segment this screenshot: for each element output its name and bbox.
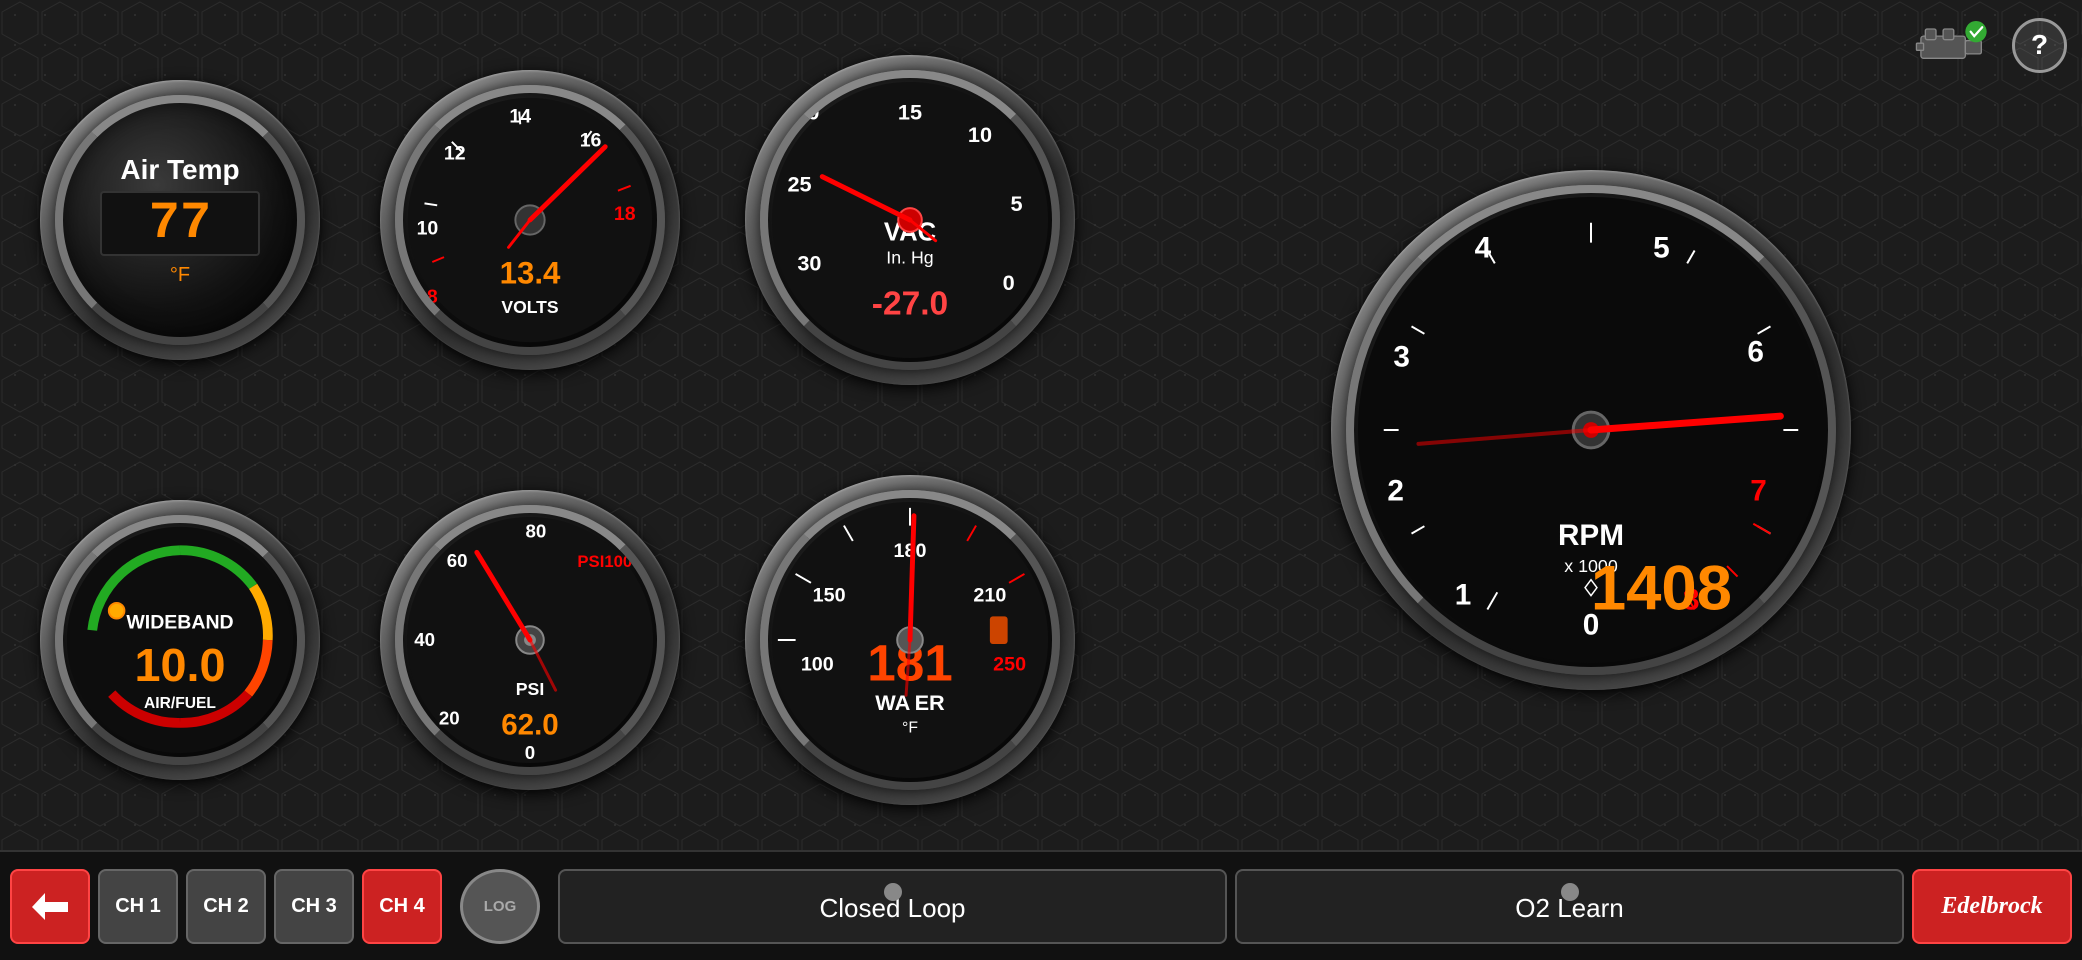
svg-text:WA ER: WA ER bbox=[875, 690, 945, 715]
vac-gauge-container: 15 10 5 0 20 25 30 VAC In. Hg -27.0 bbox=[720, 20, 1100, 420]
ch4-button[interactable]: CH 4 bbox=[362, 869, 442, 944]
volts-gauge: 8 10 12 14 16 18 13.4 bbox=[395, 85, 665, 355]
air-temp-gauge: Air Temp 77 °F bbox=[55, 95, 305, 345]
svg-text:PSI: PSI bbox=[516, 679, 545, 699]
svg-text:40: 40 bbox=[414, 629, 435, 650]
gauges-area: Air Temp 77 °F bbox=[0, 0, 2082, 850]
svg-text:15: 15 bbox=[898, 99, 922, 124]
volts-gauge-container: 8 10 12 14 16 18 13.4 bbox=[360, 20, 700, 420]
svg-text:2: 2 bbox=[1387, 474, 1404, 507]
svg-text:180: 180 bbox=[894, 540, 927, 562]
svg-text:PSI100: PSI100 bbox=[577, 552, 632, 571]
ch2-button[interactable]: CH 2 bbox=[186, 869, 266, 944]
volts-svg: 8 10 12 14 16 18 13.4 bbox=[403, 90, 657, 350]
svg-text:150: 150 bbox=[813, 585, 846, 607]
rpm-svg: 0 1 2 3 4 5 6 7 8 bbox=[1354, 191, 1828, 669]
svg-text:RPM: RPM bbox=[1558, 519, 1624, 552]
psi-gauge-outer: 0 20 40 60 80 PSI100 PSI 62.0 bbox=[380, 490, 680, 790]
svg-text:10.0: 10.0 bbox=[134, 639, 225, 691]
svg-text:7: 7 bbox=[1750, 474, 1767, 507]
water-gauge: 100 150 180 210 250 WA ER bbox=[760, 490, 1060, 790]
wideband-gauge-outer: WIDEBAND 10.0 AIR/FUEL bbox=[40, 500, 320, 780]
o2-learn-indicator bbox=[1561, 883, 1579, 901]
bottom-bar: CH 1 CH 2 CH 3 CH 4 LOG Closed Loop O2 L… bbox=[0, 850, 2082, 960]
svg-text:In. Hg: In. Hg bbox=[886, 247, 933, 267]
ch3-button[interactable]: CH 3 bbox=[274, 869, 354, 944]
svg-text:5: 5 bbox=[1653, 231, 1670, 264]
svg-text:10: 10 bbox=[417, 218, 439, 240]
o2-learn-button[interactable]: O2 Learn bbox=[1235, 869, 1904, 944]
svg-text:20: 20 bbox=[795, 99, 819, 124]
svg-text:25: 25 bbox=[787, 171, 811, 196]
log-button[interactable]: LOG bbox=[460, 869, 540, 944]
air-temp-gauge-container: Air Temp 77 °F bbox=[20, 20, 340, 420]
svg-text:5: 5 bbox=[1010, 191, 1022, 216]
svg-text:AIR/FUEL: AIR/FUEL bbox=[144, 695, 216, 712]
ch1-button[interactable]: CH 1 bbox=[98, 869, 178, 944]
svg-text:13.4: 13.4 bbox=[500, 256, 561, 291]
air-temp-display: 77 bbox=[100, 191, 260, 256]
air-temp-value: 77 bbox=[149, 194, 211, 253]
closed-loop-indicator bbox=[884, 883, 902, 901]
svg-text:8: 8 bbox=[427, 286, 438, 308]
vac-svg: 15 10 5 0 20 25 30 VAC In. Hg -27.0 bbox=[768, 76, 1052, 364]
psi-svg: 0 20 40 60 80 PSI100 PSI 62.0 bbox=[403, 511, 657, 769]
svg-text:62.0: 62.0 bbox=[501, 709, 558, 742]
svg-text:60: 60 bbox=[447, 550, 468, 571]
water-gauge-container: 100 150 180 210 250 WA ER bbox=[720, 440, 1100, 840]
rpm-gauge-outer: 0 1 2 3 4 5 6 7 8 bbox=[1331, 170, 1851, 690]
svg-text:30: 30 bbox=[797, 250, 821, 275]
wideband-svg: WIDEBAND 10.0 AIR/FUEL bbox=[63, 520, 297, 760]
psi-gauge-container: 0 20 40 60 80 PSI100 PSI 62.0 bbox=[360, 440, 700, 840]
rpm-gauge: 0 1 2 3 4 5 6 7 8 bbox=[1346, 185, 1836, 675]
svg-text:20: 20 bbox=[439, 708, 460, 729]
svg-text:210: 210 bbox=[973, 585, 1006, 607]
svg-text:12: 12 bbox=[444, 142, 466, 164]
psi-gauge: 0 20 40 60 80 PSI100 PSI 62.0 bbox=[395, 505, 665, 775]
closed-loop-button[interactable]: Closed Loop bbox=[558, 869, 1227, 944]
svg-text:0: 0 bbox=[525, 742, 535, 763]
edelbrock-label: Edelbrock bbox=[1941, 893, 2042, 920]
log-label: LOG bbox=[484, 898, 517, 915]
svg-text:10: 10 bbox=[968, 122, 992, 147]
svg-text:18: 18 bbox=[614, 203, 636, 225]
water-svg: 100 150 180 210 250 WA ER bbox=[768, 496, 1052, 784]
edelbrock-button[interactable]: Edelbrock bbox=[1912, 869, 2072, 944]
wideband-gauge: WIDEBAND 10.0 AIR/FUEL bbox=[55, 515, 305, 765]
back-button[interactable] bbox=[10, 869, 90, 944]
svg-text:3: 3 bbox=[1393, 341, 1410, 374]
volts-gauge-outer: 8 10 12 14 16 18 13.4 bbox=[380, 70, 680, 370]
wideband-gauge-container: WIDEBAND 10.0 AIR/FUEL bbox=[20, 440, 340, 840]
svg-text:0: 0 bbox=[1003, 270, 1015, 295]
vac-gauge: 15 10 5 0 20 25 30 VAC In. Hg -27.0 bbox=[760, 70, 1060, 370]
air-temp-label: Air Temp bbox=[120, 154, 239, 186]
rpm-gauge-container: 0 1 2 3 4 5 6 7 8 bbox=[1120, 20, 2062, 840]
svg-text:14: 14 bbox=[509, 105, 531, 127]
water-gauge-outer: 100 150 180 210 250 WA ER bbox=[745, 475, 1075, 805]
air-temp-gauge-outer: Air Temp 77 °F bbox=[40, 80, 320, 360]
svg-text:100: 100 bbox=[801, 654, 834, 676]
svg-text:80: 80 bbox=[526, 521, 547, 542]
svg-text:4: 4 bbox=[1475, 231, 1492, 264]
vac-gauge-outer: 15 10 5 0 20 25 30 VAC In. Hg -27.0 bbox=[745, 55, 1075, 385]
svg-text:VOLTS: VOLTS bbox=[501, 297, 559, 317]
svg-text:WIDEBAND: WIDEBAND bbox=[126, 611, 233, 633]
svg-text:-27.0: -27.0 bbox=[872, 286, 948, 323]
svg-text:6: 6 bbox=[1747, 336, 1764, 369]
svg-text:16: 16 bbox=[580, 130, 602, 152]
air-temp-unit: °F bbox=[170, 264, 190, 287]
svg-text:°F: °F bbox=[902, 720, 918, 737]
svg-text:250: 250 bbox=[993, 654, 1026, 676]
svg-text:1408: 1408 bbox=[1591, 553, 1732, 623]
svg-text:1: 1 bbox=[1455, 579, 1472, 612]
